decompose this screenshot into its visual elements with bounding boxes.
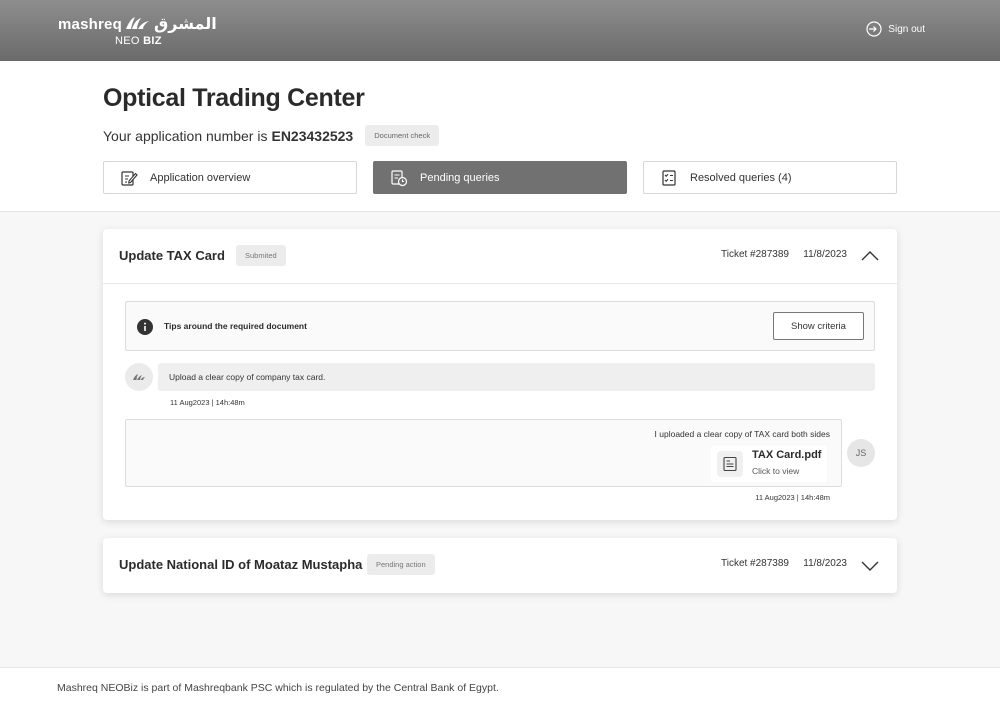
sign-out-label: Sign out — [888, 23, 925, 35]
checklist-icon — [662, 169, 676, 186]
chevron-up-icon[interactable] — [861, 247, 879, 265]
query-card-national-id: Update National ID of Moataz Mustapha Pe… — [103, 538, 897, 593]
page-title: Optical Trading Center — [103, 84, 365, 112]
query-title: Update National ID of Moataz Mustapha — [119, 557, 363, 572]
sign-out-button[interactable]: Sign out — [866, 21, 925, 37]
status-badge: Document check — [365, 125, 440, 146]
chevron-down-icon[interactable] — [861, 556, 879, 574]
user-message: I uploaded a clear copy of TAX card both… — [654, 429, 830, 439]
user-reply: I uploaded a clear copy of TAX card both… — [125, 419, 842, 487]
tab-label: Resolved queries (4) — [690, 171, 792, 184]
document-icon — [717, 451, 743, 477]
logo-text-ar: المشرق — [154, 16, 217, 33]
application-summary: Optical Trading Center Your application … — [0, 61, 1000, 212]
sign-out-icon — [866, 21, 882, 37]
bank-avatar — [125, 363, 153, 391]
query-title: Update TAX Card — [119, 248, 225, 263]
user-message-time: 11 Aug2023 | 14h:48m — [755, 493, 830, 502]
query-card-tax-card: Update TAX Card Submited Ticket #287389 … — [103, 229, 897, 520]
logo-text-en: mashreq — [58, 16, 122, 33]
logo-subtitle: NEO BIZ — [115, 35, 162, 47]
top-bar: mashreq المشرق NEO BIZ Sign out — [0, 0, 1000, 61]
footer: Mashreq NEOBiz is part of Mashreqbank PS… — [0, 667, 1000, 711]
show-criteria-button[interactable]: Show criteria — [773, 312, 864, 340]
query-tabs: Application overview Pending queries Res… — [103, 161, 897, 194]
application-number: EN23432523 — [271, 127, 354, 144]
bank-message-time: 11 Aug2023 | 14h:48m — [170, 398, 245, 407]
edit-document-icon — [121, 170, 138, 186]
user-avatar: JS — [847, 439, 875, 467]
bank-message: Upload a clear copy of company tax card. — [158, 363, 875, 391]
query-card-header[interactable]: Update National ID of Moataz Mustapha Pe… — [103, 538, 897, 593]
tab-label: Pending queries — [420, 171, 500, 184]
tab-pending-queries[interactable]: Pending queries — [373, 161, 627, 194]
application-number-label: Your application number is — [103, 127, 268, 144]
mashreq-logo-icon — [133, 374, 145, 380]
logo-sunburst-icon — [126, 17, 149, 29]
tab-label: Application overview — [150, 171, 251, 184]
pending-document-icon — [391, 169, 408, 186]
tips-panel: Tips around the required document Show c… — [125, 301, 875, 351]
ticket-date: 11/8/2023 — [803, 558, 847, 569]
tab-application-overview[interactable]: Application overview — [103, 161, 357, 194]
attachment-tax-card[interactable]: TAX Card.pdf Click to view — [711, 446, 827, 482]
footer-text: Mashreq NEOBiz is part of Mashreqbank PS… — [57, 682, 499, 694]
ticket-date: 11/8/2023 — [803, 249, 847, 260]
application-number-row: Your application number is EN23432523 Do… — [103, 125, 440, 146]
tab-resolved-queries[interactable]: Resolved queries (4) — [643, 161, 897, 194]
info-icon — [137, 319, 153, 335]
ticket-number: Ticket #287389 — [720, 558, 789, 569]
tips-text: Tips around the required document — [164, 321, 307, 331]
attachment-action: Click to view — [752, 466, 800, 476]
ticket-number: Ticket #287389 — [720, 249, 789, 260]
attachment-name: TAX Card.pdf — [752, 449, 822, 461]
query-status-badge: Pending action — [367, 554, 435, 575]
query-card-header[interactable]: Update TAX Card Submited Ticket #287389 … — [103, 229, 897, 284]
mashreq-neobiz-logo[interactable]: mashreq المشرق NEO BIZ — [58, 13, 228, 49]
query-status-badge: Submited — [236, 245, 286, 266]
